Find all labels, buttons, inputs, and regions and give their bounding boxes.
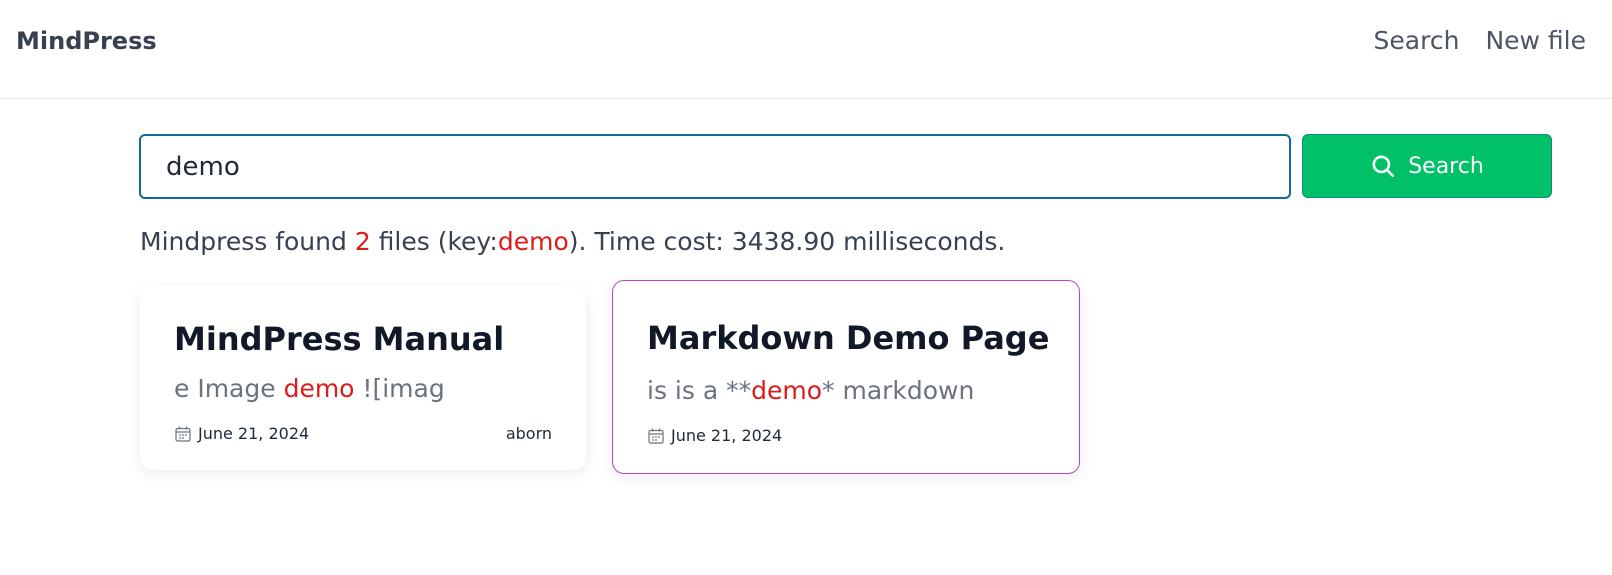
top-navbar: MindPress Search New file — [0, 0, 1612, 99]
nav-search-link[interactable]: Search — [1374, 26, 1460, 55]
card-meta: June 21, 2024 aborn — [174, 424, 552, 443]
result-key: demo — [497, 227, 569, 256]
excerpt-before: is is a ** — [647, 376, 752, 405]
card-excerpt: is is a **demo* markdown — [647, 376, 974, 405]
excerpt-before: e Image — [174, 374, 284, 403]
excerpt-after: ![imag — [354, 374, 445, 403]
result-card-selected[interactable]: Markdown Demo Page is is a **demo* markd… — [612, 280, 1080, 474]
top-nav: Search New file — [1374, 26, 1586, 55]
card-excerpt: e Image demo ![imag — [174, 374, 445, 403]
search-result-summary: Mindpress found 2 files (key:demo). Time… — [140, 227, 1005, 256]
calendar-icon — [175, 426, 191, 442]
search-button[interactable]: Search — [1302, 134, 1552, 198]
card-date-text: June 21, 2024 — [198, 424, 310, 443]
brand-logo[interactable]: MindPress — [16, 27, 157, 55]
result-suffix: ). Time cost: 3438.90 milliseconds. — [568, 227, 1006, 256]
excerpt-match: demo — [751, 376, 823, 405]
card-date: June 21, 2024 — [174, 424, 309, 443]
card-date-text: June 21, 2024 — [671, 426, 783, 445]
card-meta: June 21, 2024 — [647, 426, 1045, 445]
search-button-label: Search — [1408, 153, 1484, 179]
card-date: June 21, 2024 — [647, 426, 782, 445]
search-icon — [1372, 155, 1395, 178]
card-author: aborn — [505, 424, 552, 443]
search-input[interactable] — [139, 134, 1291, 199]
result-middle: files (key: — [370, 227, 498, 256]
nav-new-file-link[interactable]: New file — [1485, 26, 1586, 55]
calendar-icon — [648, 428, 664, 444]
card-title[interactable]: Markdown Demo Page — [647, 319, 1049, 357]
result-prefix: Mindpress found — [140, 227, 355, 256]
card-title[interactable]: MindPress Manual — [174, 320, 504, 358]
excerpt-after: * markdown — [822, 376, 975, 405]
excerpt-match: demo — [283, 374, 355, 403]
result-card[interactable]: MindPress Manual e Image demo ![imag Jun… — [140, 286, 586, 470]
result-count: 2 — [354, 227, 371, 256]
